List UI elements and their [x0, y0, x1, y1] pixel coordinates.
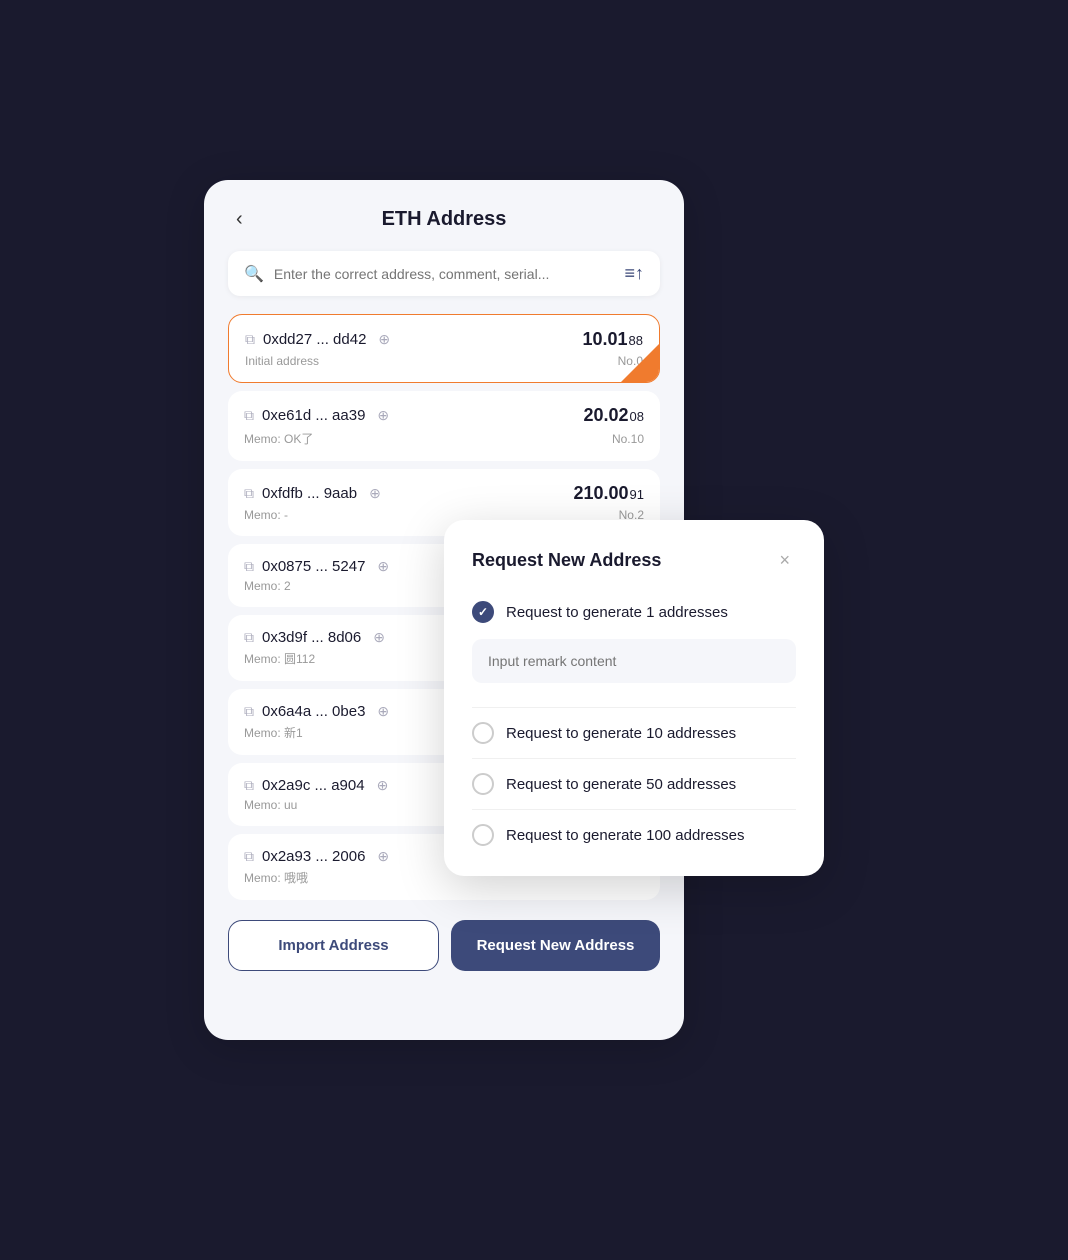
address-text-6: 0x2a9c ... a904: [262, 777, 365, 794]
radio-circle-1: ✓: [472, 601, 494, 623]
copy-icon-5[interactable]: ⧉: [244, 703, 254, 720]
radio-label-3: Request to generate 50 addresses: [506, 776, 736, 793]
divider-2: [472, 758, 796, 759]
memo-2: Memo: -: [244, 508, 288, 522]
filter-icon[interactable]: ≡↑: [624, 263, 644, 284]
amount-display-1: 20.02 08: [583, 405, 644, 426]
import-address-button[interactable]: Import Address: [228, 920, 439, 971]
memo-5: Memo: 新1: [244, 724, 303, 741]
search-small-icon-2[interactable]: ⊕: [369, 485, 381, 502]
copy-icon-0[interactable]: ⧉: [245, 331, 255, 348]
address-text-5: 0x6a4a ... 0be3: [262, 703, 365, 720]
radio-option-3[interactable]: Request to generate 50 addresses: [472, 767, 796, 801]
active-corner-badge: [621, 344, 659, 382]
back-button[interactable]: ‹: [228, 204, 251, 235]
address-text-7: 0x2a93 ... 2006: [262, 848, 365, 865]
copy-icon-4[interactable]: ⧉: [244, 629, 254, 646]
memo-1: Memo: OK了: [244, 430, 313, 447]
amount-display-2: 210.00 91: [573, 483, 644, 504]
radio-option-4[interactable]: Request to generate 100 addresses: [472, 818, 796, 852]
address-item-1[interactable]: ⧉ 0xe61d ... aa39 ⊕ 20.02 08 Memo: OK了 N…: [228, 391, 660, 461]
radio-circle-3: [472, 773, 494, 795]
request-address-button[interactable]: Request New Address: [451, 920, 660, 971]
address-text-0: 0xdd27 ... dd42: [263, 331, 366, 348]
memo-4: Memo: 圆112: [244, 650, 315, 667]
bottom-buttons: Import Address Request New Address: [228, 920, 660, 971]
address-text-2: 0xfdfb ... 9aab: [262, 485, 357, 502]
copy-icon-1[interactable]: ⧉: [244, 407, 254, 424]
memo-3: Memo: 2: [244, 579, 291, 593]
radio-option-2[interactable]: Request to generate 10 addresses: [472, 716, 796, 750]
address-item-0[interactable]: ⧉ 0xdd27 ... dd42 ⊕ 10.01 88 Initial add…: [228, 314, 660, 383]
radio-circle-4: [472, 824, 494, 846]
divider-1: [472, 707, 796, 708]
search-small-icon-6[interactable]: ⊕: [377, 777, 389, 794]
search-icon: 🔍: [244, 264, 264, 284]
modal-header: Request New Address ×: [472, 548, 796, 573]
address-text-4: 0x3d9f ... 8d06: [262, 629, 361, 646]
radio-label-2: Request to generate 10 addresses: [506, 725, 736, 742]
search-small-icon-1[interactable]: ⊕: [377, 407, 389, 424]
copy-icon-2[interactable]: ⧉: [244, 485, 254, 502]
modal-title: Request New Address: [472, 550, 661, 571]
page-title: ETH Address: [382, 208, 507, 231]
radio-label-1: Request to generate 1 addresses: [506, 604, 728, 621]
main-container: ‹ ETH Address 🔍 ≡↑ ⧉ 0xdd27 ... dd42 ⊕: [204, 180, 864, 1080]
address-text-3: 0x0875 ... 5247: [262, 558, 365, 575]
header: ‹ ETH Address: [228, 208, 660, 231]
check-icon-1: ✓: [478, 605, 488, 619]
search-small-icon-0[interactable]: ⊕: [378, 331, 390, 348]
radio-circle-2: [472, 722, 494, 744]
search-small-icon-7[interactable]: ⊕: [377, 848, 389, 865]
copy-icon-6[interactable]: ⧉: [244, 777, 254, 794]
remark-input[interactable]: [472, 639, 796, 683]
memo-6: Memo: uu: [244, 798, 297, 812]
search-small-icon-3[interactable]: ⊕: [377, 558, 389, 575]
address-text-1: 0xe61d ... aa39: [262, 407, 365, 424]
memo-0: Initial address: [245, 354, 319, 368]
divider-3: [472, 809, 796, 810]
radio-option-1[interactable]: ✓ Request to generate 1 addresses: [472, 595, 796, 629]
search-bar: 🔍 ≡↑: [228, 251, 660, 296]
modal-dialog: Request New Address × ✓ Request to gener…: [444, 520, 824, 876]
copy-icon-7[interactable]: ⧉: [244, 848, 254, 865]
no-badge-1: No.10: [612, 432, 644, 446]
close-modal-button[interactable]: ×: [773, 548, 796, 573]
radio-label-4: Request to generate 100 addresses: [506, 827, 745, 844]
memo-7: Memo: 哦哦: [244, 869, 308, 886]
search-input[interactable]: [274, 266, 615, 282]
search-small-icon-5[interactable]: ⊕: [377, 703, 389, 720]
copy-icon-3[interactable]: ⧉: [244, 558, 254, 575]
search-small-icon-4[interactable]: ⊕: [373, 629, 385, 646]
